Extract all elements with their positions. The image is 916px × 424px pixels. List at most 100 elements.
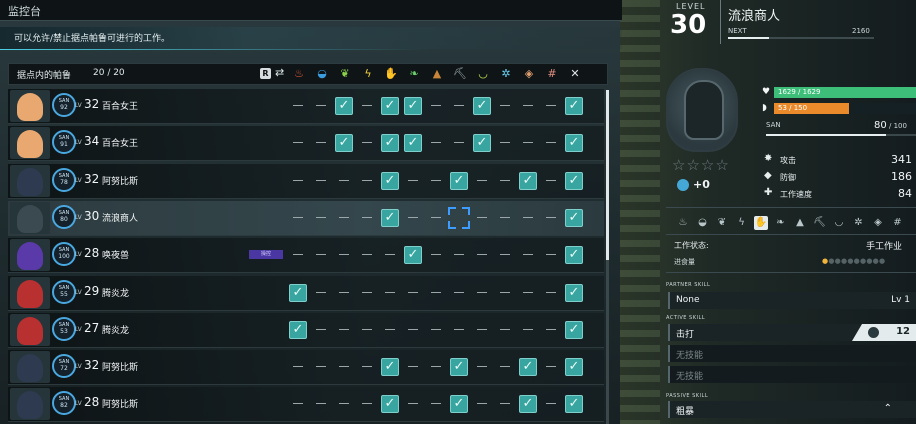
checkmark-icon[interactable]: ✓ — [335, 134, 353, 152]
work-toggle-cell[interactable] — [427, 134, 445, 152]
work-toggle-cell[interactable]: ✓ — [450, 172, 468, 190]
planting-icon[interactable]: ❦ — [338, 67, 352, 81]
passive-skill-row[interactable]: 粗暴 ⌃ — [668, 401, 916, 418]
work-toggle-cell[interactable] — [496, 358, 514, 376]
checkmark-icon[interactable]: ✓ — [450, 395, 468, 413]
disable-all-icon[interactable]: ✕ — [568, 67, 582, 81]
work-toggle-cell[interactable] — [358, 284, 376, 302]
work-toggle-cell[interactable] — [358, 172, 376, 190]
pal-row[interactable]: SAN 80 LV 30 流浪商人 ✓ ✓ — [8, 201, 604, 236]
work-toggle-cell[interactable] — [358, 246, 376, 264]
work-toggle-cell[interactable] — [289, 395, 307, 413]
work-toggle-cell[interactable] — [358, 134, 376, 152]
work-toggle-cell[interactable] — [289, 209, 307, 227]
work-toggle-cell[interactable] — [473, 246, 491, 264]
work-toggle-cell[interactable] — [542, 97, 560, 115]
checkmark-icon[interactable]: ✓ — [519, 395, 537, 413]
work-toggle-cell[interactable]: ✓ — [473, 134, 491, 152]
sort-toggle-icon[interactable]: ⇄ — [275, 66, 284, 79]
work-toggle-cell[interactable]: ✓ — [381, 209, 399, 227]
watering-icon[interactable]: ◒ — [315, 67, 329, 81]
checkmark-icon[interactable]: ✓ — [519, 358, 537, 376]
work-toggle-cell[interactable]: ✓ — [289, 284, 307, 302]
checkmark-icon[interactable]: ✓ — [565, 395, 583, 413]
work-toggle-cell[interactable] — [335, 358, 353, 376]
work-toggle-cell[interactable] — [381, 321, 399, 339]
current-work-indicator[interactable] — [448, 207, 470, 229]
work-toggle-cell[interactable] — [312, 358, 330, 376]
lumbering-icon[interactable]: ▲ — [430, 67, 444, 81]
work-toggle-cell[interactable] — [312, 134, 330, 152]
work-toggle-cell[interactable] — [496, 172, 514, 190]
work-toggle-cell[interactable] — [496, 209, 514, 227]
pal-row[interactable]: SAN 100 LV 28 唤夜兽 操控 ✓ ✓ — [8, 238, 604, 273]
handiwork-icon[interactable]: ✋ — [384, 67, 398, 81]
work-toggle-cell[interactable] — [335, 246, 353, 264]
pal-list-scrollbar[interactable] — [606, 90, 609, 424]
work-toggle-cell[interactable] — [427, 358, 445, 376]
checkmark-icon[interactable]: ✓ — [404, 97, 422, 115]
checkmark-icon[interactable]: ✓ — [565, 358, 583, 376]
work-toggle-cell[interactable]: ✓ — [381, 395, 399, 413]
work-toggle-cell[interactable] — [450, 246, 468, 264]
active-skill-row[interactable]: 无技能 — [668, 345, 916, 362]
work-toggle-cell[interactable] — [427, 395, 445, 413]
work-toggle-cell[interactable] — [289, 97, 307, 115]
work-toggle-cell[interactable]: ✓ — [519, 395, 537, 413]
sort-key-button[interactable]: R — [260, 68, 271, 79]
work-toggle-cell[interactable] — [542, 284, 560, 302]
work-toggle-cell[interactable]: ✓ — [450, 358, 468, 376]
work-toggle-cell[interactable] — [542, 246, 560, 264]
work-toggle-cell[interactable] — [404, 284, 422, 302]
work-toggle-cell[interactable] — [335, 395, 353, 413]
checkmark-icon[interactable]: ✓ — [565, 172, 583, 190]
work-toggle-cell[interactable] — [404, 395, 422, 413]
work-toggle-cell[interactable] — [473, 172, 491, 190]
work-toggle-cell[interactable] — [404, 321, 422, 339]
work-toggle-cell[interactable]: ✓ — [565, 209, 583, 227]
work-toggle-cell[interactable] — [335, 284, 353, 302]
work-toggle-cell[interactable]: ✓ — [565, 284, 583, 302]
checkmark-icon[interactable]: ✓ — [381, 395, 399, 413]
work-toggle-cell[interactable] — [473, 358, 491, 376]
work-toggle-cell[interactable] — [496, 246, 514, 264]
work-toggle-cell[interactable] — [473, 321, 491, 339]
work-toggle-cell[interactable] — [335, 172, 353, 190]
checkmark-icon[interactable]: ✓ — [450, 172, 468, 190]
checkmark-icon[interactable]: ✓ — [565, 97, 583, 115]
work-toggle-cell[interactable] — [335, 209, 353, 227]
checkmark-icon[interactable]: ✓ — [289, 321, 307, 339]
checkmark-icon[interactable]: ✓ — [565, 321, 583, 339]
work-toggle-cell[interactable] — [448, 207, 470, 229]
work-toggle-cell[interactable]: ✓ — [289, 321, 307, 339]
checkmark-icon[interactable]: ✓ — [381, 134, 399, 152]
work-toggle-cell[interactable] — [404, 172, 422, 190]
checkmark-icon[interactable]: ✓ — [565, 284, 583, 302]
work-toggle-cell[interactable]: ✓ — [473, 97, 491, 115]
work-toggle-cell[interactable]: ✓ — [335, 134, 353, 152]
work-toggle-cell[interactable] — [427, 172, 445, 190]
checkmark-icon[interactable]: ✓ — [473, 97, 491, 115]
work-toggle-cell[interactable] — [450, 134, 468, 152]
work-toggle-cell[interactable] — [450, 284, 468, 302]
work-toggle-cell[interactable] — [289, 358, 307, 376]
work-toggle-cell[interactable] — [312, 321, 330, 339]
checkmark-icon[interactable]: ✓ — [565, 246, 583, 264]
work-toggle-cell[interactable] — [427, 321, 445, 339]
work-toggle-cell[interactable]: ✓ — [381, 97, 399, 115]
checkmark-icon[interactable]: ✓ — [381, 209, 399, 227]
work-toggle-cell[interactable] — [312, 97, 330, 115]
work-toggle-cell[interactable] — [427, 246, 445, 264]
work-toggle-cell[interactable] — [312, 395, 330, 413]
pal-row[interactable]: SAN 72 LV 32 阿努比斯 ✓ ✓ ✓ ✓ — [8, 350, 604, 385]
work-toggle-cell[interactable] — [358, 209, 376, 227]
scrollbar-thumb[interactable] — [606, 90, 609, 260]
work-toggle-cell[interactable] — [496, 395, 514, 413]
work-toggle-cell[interactable] — [404, 358, 422, 376]
mining-icon[interactable]: ⛏ — [453, 67, 467, 81]
checkmark-icon[interactable]: ✓ — [450, 358, 468, 376]
work-toggle-cell[interactable] — [496, 284, 514, 302]
work-toggle-cell[interactable] — [335, 321, 353, 339]
work-toggle-cell[interactable] — [496, 134, 514, 152]
checkmark-icon[interactable]: ✓ — [381, 97, 399, 115]
